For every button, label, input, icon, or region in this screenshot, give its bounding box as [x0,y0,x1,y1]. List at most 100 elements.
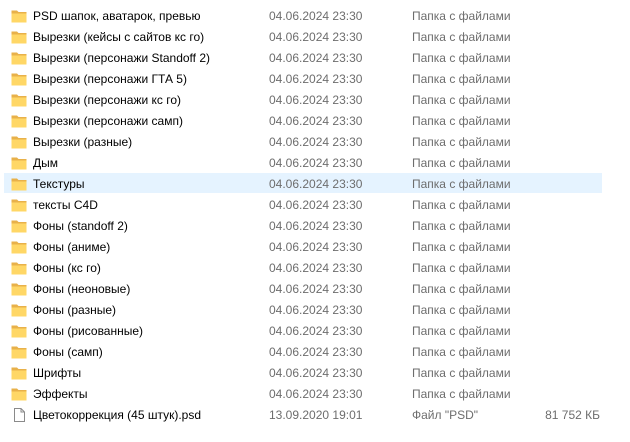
folder-row[interactable]: Фоны (неоновые) 04.06.2024 23:30 Папка с ф… [4,278,602,298]
folder-row[interactable]: Фоны (рисованные) 04.06.2024 23:30 Папка с… [4,320,602,340]
name-cell: Вырезки (персонажи Standoff 2) [11,48,261,68]
folder-row[interactable]: тексты C4D 04.06.2024 23:30 Папка с файлам… [4,194,602,214]
folder-icon [11,72,27,86]
item-type: Папка с файлами [412,282,511,296]
date-modified: 04.06.2024 23:30 [269,30,363,44]
name-cell: Шрифты [11,363,261,383]
folder-row[interactable]: Дым 04.06.2024 23:30 Папка с файлами [4,152,602,172]
name-cell: Вырезки (разные) [11,132,261,152]
item-name: Фоны (рисованные) [33,324,144,338]
date-modified: 04.06.2024 23:30 [269,240,363,254]
folder-icon [11,156,27,170]
item-name: тексты C4D [33,198,98,212]
folder-row[interactable]: Вырезки (персонажи Standoff 2) 04.06.2024… [4,47,602,67]
folder-icon [11,261,27,275]
folder-icon [11,282,27,296]
folder-row[interactable]: Вырезки (персонажи самп) 04.06.2024 23:30… [4,110,602,130]
folder-icon [11,324,27,338]
item-type: Папка с файлами [412,156,511,170]
date-modified: 04.06.2024 23:30 [269,261,363,275]
folder-row[interactable]: Фоны (кс го) 04.06.2024 23:30 Папка с файл… [4,257,602,277]
item-name: Вырезки (разные) [33,135,133,149]
date-modified: 04.06.2024 23:30 [269,219,363,233]
item-type: Папка с файлами [412,114,511,128]
folder-row[interactable]: PSD шапок, аватарок, превью 04.06.2024 23… [4,5,602,25]
folder-row[interactable]: Вырезки (кейсы с сайтов кс го) 04.06.2024… [4,26,602,46]
item-type: Папка с файлами [412,198,511,212]
folder-icon [11,198,27,212]
date-modified: 04.06.2024 23:30 [269,387,363,401]
folder-row[interactable]: Вырезки (персонажи кс го) 04.06.2024 23:3… [4,89,602,109]
item-type: Папка с файлами [412,30,511,44]
folder-icon [11,387,27,401]
folder-row[interactable]: Вырезки (разные) 04.06.2024 23:30 Папка с … [4,131,602,151]
item-type: Папка с файлами [412,303,511,317]
date-modified: 04.06.2024 23:30 [269,303,363,317]
file-row[interactable]: Цветокоррекция (45 штук).psd 13.09.2020 1… [4,404,602,424]
item-name: Шрифты [33,366,82,380]
date-modified: 04.06.2024 23:30 [269,72,363,86]
date-modified: 04.06.2024 23:30 [269,366,363,380]
item-name: Вырезки (персонажи ГТА 5) [33,72,187,86]
name-cell: Дым [11,153,261,173]
item-type: Папка с файлами [412,261,511,275]
name-cell: Вырезки (кейсы с сайтов кс го) [11,27,261,47]
name-cell: Фоны (кс го) [11,258,261,278]
item-type: Папка с файлами [412,240,511,254]
date-modified: 04.06.2024 23:30 [269,135,363,149]
folder-icon [11,30,27,44]
folder-row[interactable]: Текстуры 04.06.2024 23:30 Папка с файлами [4,173,602,193]
name-cell: Эффекты [11,384,261,404]
item-type: Папка с файлами [412,345,511,359]
name-cell: Фоны (разные) [11,300,261,320]
date-modified: 04.06.2024 23:30 [269,9,363,23]
item-name: Цветокоррекция (45 штук).psd [33,408,202,422]
item-type: Папка с файлами [412,51,511,65]
item-name: Фоны (самп) [33,345,103,359]
folder-row[interactable]: Фоны (разные) 04.06.2024 23:30 Папка с фай… [4,299,602,319]
folder-row[interactable]: Фоны (аниме) 04.06.2024 23:30 Папка с файл… [4,236,602,256]
folder-row[interactable]: Вырезки (персонажи ГТА 5) 04.06.2024 23:3… [4,68,602,88]
item-type: Папка с файлами [412,324,511,338]
item-type: Папка с файлами [412,72,511,86]
date-modified: 04.06.2024 23:30 [269,282,363,296]
folder-icon [11,240,27,254]
name-cell: тексты C4D [11,195,261,215]
item-name: Вырезки (кейсы с сайтов кс го) [33,30,205,44]
item-type: Файл "PSD" [412,408,479,422]
name-cell: PSD шапок, аватарок, превью [11,6,261,26]
date-modified: 04.06.2024 23:30 [269,51,363,65]
folder-icon [11,219,27,233]
folder-row[interactable]: Фоны (самп) 04.06.2024 23:30 Папка с файла… [4,341,602,361]
folder-row[interactable]: Эффекты 04.06.2024 23:30 Папка с файлами [4,383,602,403]
item-type: Папка с файлами [412,177,511,191]
item-type: Папка с файлами [412,135,511,149]
item-name: Фоны (аниме) [33,240,111,254]
item-type: Папка с файлами [412,219,511,233]
psd-file-icon [11,408,27,422]
item-name: Вырезки (персонажи Standoff 2) [33,51,211,65]
date-modified: 04.06.2024 23:30 [269,345,363,359]
date-modified: 13.09.2020 19:01 [269,408,363,422]
name-cell: Фоны (самп) [11,342,261,362]
item-type: Папка с файлами [412,93,511,107]
item-name: Фоны (неоновые) [33,282,131,296]
date-modified: 04.06.2024 23:30 [269,114,363,128]
folder-icon [11,177,27,191]
folder-icon [11,51,27,65]
item-name: Фоны (кс го) [33,261,101,275]
folder-icon [11,9,27,23]
date-modified: 04.06.2024 23:30 [269,156,363,170]
folder-icon [11,93,27,107]
item-name: Вырезки (персонажи самп) [33,114,183,128]
name-cell: Вырезки (персонажи кс го) [11,90,261,110]
name-cell: Вырезки (персонажи самп) [11,111,261,131]
item-type: Папка с файлами [412,387,511,401]
name-cell: Фоны (standoff 2) [11,216,261,236]
folder-icon [11,345,27,359]
folder-icon [11,366,27,380]
item-name: Эффекты [33,387,88,401]
item-size: 81 752 КБ [545,408,600,422]
folder-row[interactable]: Шрифты 04.06.2024 23:30 Папка с файлами [4,362,602,382]
folder-row[interactable]: Фоны (standoff 2) 04.06.2024 23:30 Папка с… [4,215,602,235]
